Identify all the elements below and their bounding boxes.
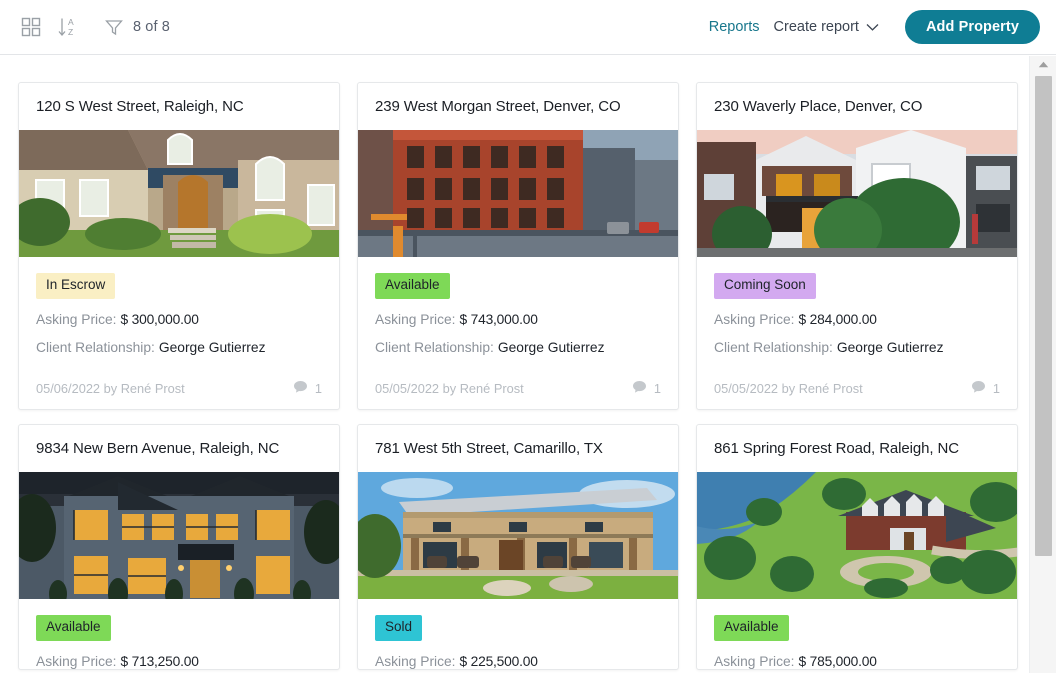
- card-footer: 05/05/2022 by René Prost 1: [697, 369, 1017, 409]
- comment-bubble-icon: [632, 380, 647, 397]
- comment-count-group[interactable]: 1: [632, 380, 661, 397]
- scrollbar-thumb[interactable]: [1035, 76, 1052, 556]
- property-card[interactable]: 781 West 5th Street, Camarillo, TX Sold …: [357, 423, 679, 670]
- status-badge: Available: [375, 273, 450, 299]
- property-card[interactable]: 861 Spring Forest Road, Raleigh, NC Avai…: [696, 423, 1018, 670]
- comment-count: 1: [992, 380, 1000, 396]
- scroll-up-arrow-icon[interactable]: [1030, 56, 1056, 73]
- property-card-grid: 120 S West Street, Raleigh, NC In Escrow…: [18, 82, 1018, 670]
- top-toolbar: A Z 8 of 8 Reports Create report Add Pro…: [0, 0, 1056, 55]
- asking-price-label: Asking Price:: [375, 311, 456, 327]
- asking-price-value: $ 743,000.00: [459, 311, 538, 327]
- property-details: In Escrow Asking Price: $ 300,000.00 Clie…: [19, 257, 339, 355]
- asking-price-row: Asking Price: $ 300,000.00: [36, 312, 322, 327]
- client-relationship-label: Client Relationship:: [36, 339, 155, 355]
- asking-price-value: $ 284,000.00: [798, 311, 877, 327]
- asking-price-row: Asking Price: $ 284,000.00: [714, 312, 1000, 327]
- property-address: 120 S West Street, Raleigh, NC: [36, 98, 244, 115]
- status-badge: Available: [36, 614, 111, 641]
- create-report-dropdown[interactable]: Create report: [766, 19, 887, 35]
- property-photo: [697, 471, 1017, 599]
- sort-az-icon[interactable]: A Z: [56, 16, 78, 38]
- comment-count-group[interactable]: 1: [293, 380, 322, 397]
- property-details: Available Asking Price: $ 785,000.00: [697, 599, 1017, 669]
- comment-bubble-icon: [971, 380, 986, 397]
- asking-price-row: Asking Price: $ 713,250.00: [36, 654, 322, 669]
- property-photo: [358, 471, 678, 599]
- asking-price-value: $ 225,500.00: [459, 653, 538, 669]
- property-address: 781 West 5th Street, Camarillo, TX: [375, 439, 603, 457]
- funnel-filter-icon[interactable]: [104, 17, 124, 37]
- property-card[interactable]: 9834 New Bern Avenue, Raleigh, NC Availa…: [18, 423, 340, 670]
- property-details: Available Asking Price: $ 743,000.00 Clie…: [358, 257, 678, 355]
- client-relationship-value: George Gutierrez: [836, 339, 944, 355]
- property-photo: [697, 130, 1017, 257]
- status-badge: Available: [714, 614, 789, 641]
- property-address: 861 Spring Forest Road, Raleigh, NC: [714, 439, 959, 457]
- property-card[interactable]: 230 Waverly Place, Denver, CO Coming Soo…: [696, 82, 1018, 410]
- add-property-button[interactable]: Add Property: [904, 10, 1040, 44]
- card-author: by René Prost: [442, 380, 524, 396]
- asking-price-label: Asking Price:: [36, 653, 117, 669]
- create-report-label: Create report: [773, 19, 859, 35]
- property-photo: [19, 130, 339, 257]
- status-badge: Coming Soon: [714, 273, 816, 299]
- asking-price-label: Asking Price:: [714, 653, 795, 669]
- client-relationship-row: Client Relationship: George Gutierrez: [36, 340, 322, 355]
- asking-price-label: Asking Price:: [375, 653, 456, 669]
- toolbar-right-group: Reports Create report Add Property: [703, 10, 1056, 44]
- card-modified-meta: 05/05/2022 by René Prost: [714, 381, 971, 396]
- card-footer: 05/06/2022 by René Prost 1: [19, 369, 339, 409]
- comment-count: 1: [314, 380, 322, 396]
- card-author: by René Prost: [781, 380, 863, 396]
- svg-text:Z: Z: [68, 27, 73, 37]
- status-badge: In Escrow: [36, 273, 116, 299]
- chevron-down-icon: [866, 19, 879, 35]
- client-relationship-row: Client Relationship: George Gutierrez: [714, 340, 1000, 355]
- client-relationship-value: George Gutierrez: [497, 339, 605, 355]
- vertical-scrollbar[interactable]: [1029, 56, 1056, 673]
- property-address: 239 West Morgan Street, Denver, CO: [375, 98, 621, 115]
- svg-text:A: A: [68, 17, 74, 27]
- asking-price-label: Asking Price:: [714, 311, 795, 327]
- toolbar-left-group: A Z 8 of 8: [0, 16, 170, 38]
- property-details: Sold Asking Price: $ 225,500.00: [358, 599, 678, 669]
- reports-link[interactable]: Reports: [703, 19, 766, 35]
- record-count-text: 8 of 8: [133, 19, 170, 35]
- comment-count-group[interactable]: 1: [971, 380, 1000, 397]
- asking-price-label: Asking Price:: [36, 311, 117, 327]
- card-date: 05/05/2022: [714, 380, 779, 396]
- card-author: by René Prost: [103, 380, 185, 396]
- client-relationship-label: Client Relationship:: [714, 339, 833, 355]
- property-address: 9834 New Bern Avenue, Raleigh, NC: [36, 439, 280, 457]
- asking-price-row: Asking Price: $ 225,500.00: [375, 654, 661, 669]
- card-footer: 05/05/2022 by René Prost 1: [358, 369, 678, 409]
- card-date: 05/06/2022: [36, 380, 101, 396]
- card-date: 05/05/2022: [375, 380, 440, 396]
- card-modified-meta: 05/06/2022 by René Prost: [36, 381, 293, 396]
- filter-group: 8 of 8: [104, 17, 170, 37]
- property-card[interactable]: 120 S West Street, Raleigh, NC In Escrow…: [18, 82, 340, 410]
- asking-price-value: $ 300,000.00: [120, 311, 199, 327]
- property-cards-scroll-region[interactable]: 120 S West Street, Raleigh, NC In Escrow…: [0, 56, 1029, 673]
- property-photo: [19, 471, 339, 599]
- comment-bubble-icon: [293, 380, 308, 397]
- property-photo: [358, 130, 678, 257]
- client-relationship-value: George Gutierrez: [158, 339, 266, 355]
- client-relationship-row: Client Relationship: George Gutierrez: [375, 340, 661, 355]
- comment-count: 1: [653, 380, 661, 396]
- property-details: Available Asking Price: $ 713,250.00: [19, 599, 339, 669]
- property-address: 230 Waverly Place, Denver, CO: [714, 98, 923, 115]
- client-relationship-label: Client Relationship:: [375, 339, 494, 355]
- card-modified-meta: 05/05/2022 by René Prost: [375, 381, 632, 396]
- asking-price-value: $ 785,000.00: [798, 653, 877, 669]
- property-card[interactable]: 239 West Morgan Street, Denver, CO Avail…: [357, 82, 679, 410]
- status-badge: Sold: [375, 614, 423, 641]
- asking-price-row: Asking Price: $ 785,000.00: [714, 654, 1000, 669]
- property-details: Coming Soon Asking Price: $ 284,000.00 Cl…: [697, 257, 1017, 355]
- asking-price-row: Asking Price: $ 743,000.00: [375, 312, 661, 327]
- asking-price-value: $ 713,250.00: [120, 653, 199, 669]
- grid-view-icon[interactable]: [20, 16, 42, 38]
